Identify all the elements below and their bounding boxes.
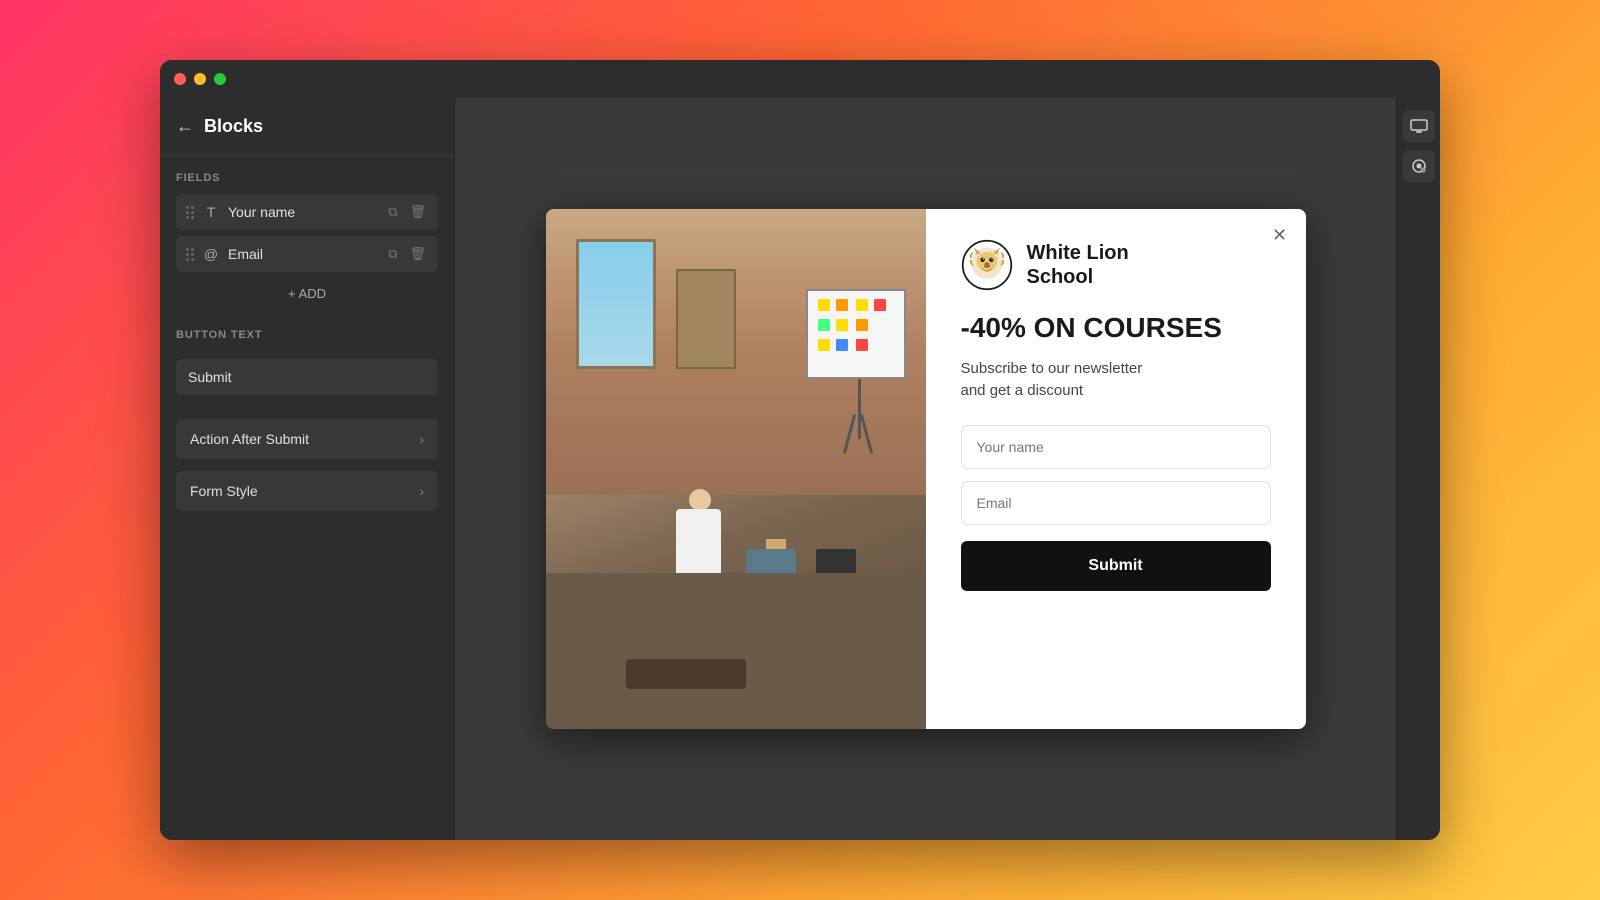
- popup-overlay: ✕: [455, 98, 1396, 840]
- copy-your-name-button[interactable]: ⧉: [386, 202, 399, 222]
- field-item-your-name[interactable]: T Your name ⧉ 🗑: [176, 194, 438, 230]
- popup-image: [546, 209, 926, 729]
- popup-modal: ✕: [546, 209, 1306, 729]
- back-arrow-icon[interactable]: ←: [176, 116, 194, 137]
- email-field-actions: ⧉ 🗑: [386, 244, 428, 264]
- sticky-note: [836, 339, 848, 351]
- browser-window: ← Blocks FIELDS T You: [160, 60, 1440, 840]
- browser-titlebar: [160, 60, 1440, 98]
- fields-section-label: FIELDS: [176, 172, 438, 184]
- popup-close-button[interactable]: ✕: [1268, 223, 1292, 247]
- paint-style-button[interactable]: [1403, 150, 1435, 182]
- decorative-window: [576, 239, 656, 369]
- popup-submit-button[interactable]: Submit: [961, 541, 1271, 591]
- monitor-icon: [1410, 119, 1428, 133]
- form-style-label: Form Style: [190, 483, 258, 499]
- sidebar: ← Blocks FIELDS T You: [160, 98, 455, 840]
- form-style-section[interactable]: Form Style ›: [176, 471, 438, 511]
- popup-image-section: [546, 209, 926, 729]
- decorative-person-head: [689, 489, 711, 511]
- delete-your-name-button[interactable]: 🗑: [407, 202, 428, 222]
- sticky-note: [818, 319, 830, 331]
- sticky-note: [856, 339, 868, 351]
- popup-form-section: ✕: [926, 209, 1306, 729]
- decorative-stand: [858, 379, 861, 439]
- paint-icon: [1411, 158, 1427, 174]
- sticky-note: [818, 339, 830, 351]
- decorative-door: [676, 269, 736, 369]
- sticky-note: [836, 299, 848, 311]
- sticky-note: [818, 299, 830, 311]
- decorative-whiteboard: [806, 289, 906, 379]
- text-field-icon: T: [202, 204, 220, 220]
- brand-name: White Lion School: [1027, 241, 1129, 289]
- email-field-label: Email: [228, 246, 378, 262]
- traffic-light-green[interactable]: [214, 73, 226, 85]
- sticky-note: [856, 299, 868, 311]
- drag-handle-your-name[interactable]: [186, 206, 194, 219]
- sidebar-title: Blocks: [204, 116, 263, 137]
- lion-logo-icon: [961, 239, 1013, 291]
- sidebar-header: ← Blocks: [160, 98, 454, 156]
- your-name-field-actions: ⧉ 🗑: [386, 202, 428, 222]
- popup-your-name-input[interactable]: [961, 425, 1271, 469]
- sidebar-content: FIELDS T Your name ⧉ 🗑: [160, 156, 454, 840]
- traffic-light-red[interactable]: [174, 73, 186, 85]
- popup-brand: White Lion School: [961, 239, 1271, 291]
- monitor-view-button[interactable]: [1403, 110, 1435, 142]
- decorative-laptop: [816, 549, 856, 574]
- add-field-button[interactable]: + ADD: [176, 278, 438, 309]
- browser-body: ← Blocks FIELDS T You: [160, 98, 1440, 840]
- decorative-table: [626, 659, 746, 689]
- your-name-field-label: Your name: [228, 204, 378, 220]
- action-after-submit-label: Action After Submit: [190, 431, 309, 447]
- popup-headline: -40% ON COURSES: [961, 313, 1271, 344]
- action-after-submit-chevron-icon: ›: [419, 431, 424, 447]
- copy-email-button[interactable]: ⧉: [386, 244, 399, 264]
- action-after-submit-section[interactable]: Action After Submit ›: [176, 419, 438, 459]
- delete-email-button[interactable]: 🗑: [407, 244, 428, 264]
- sticky-note: [874, 299, 886, 311]
- button-text-section: BUTTON TEXT: [176, 329, 438, 395]
- decorative-floor: [546, 573, 926, 729]
- traffic-light-yellow[interactable]: [194, 73, 206, 85]
- field-item-email[interactable]: @ Email ⧉ 🗑: [176, 236, 438, 272]
- sticky-note: [836, 319, 848, 331]
- popup-subtext: Subscribe to our newsletter and get a di…: [961, 358, 1271, 403]
- drag-handle-email[interactable]: [186, 248, 194, 261]
- main-content: ✕: [455, 98, 1396, 840]
- right-toolbar: [1396, 98, 1440, 840]
- sticky-note: [856, 319, 868, 331]
- button-text-input[interactable]: [176, 359, 438, 395]
- form-style-chevron-icon: ›: [419, 483, 424, 499]
- email-field-icon: @: [202, 246, 220, 262]
- button-text-section-label: BUTTON TEXT: [176, 329, 438, 341]
- popup-email-input[interactable]: [961, 481, 1271, 525]
